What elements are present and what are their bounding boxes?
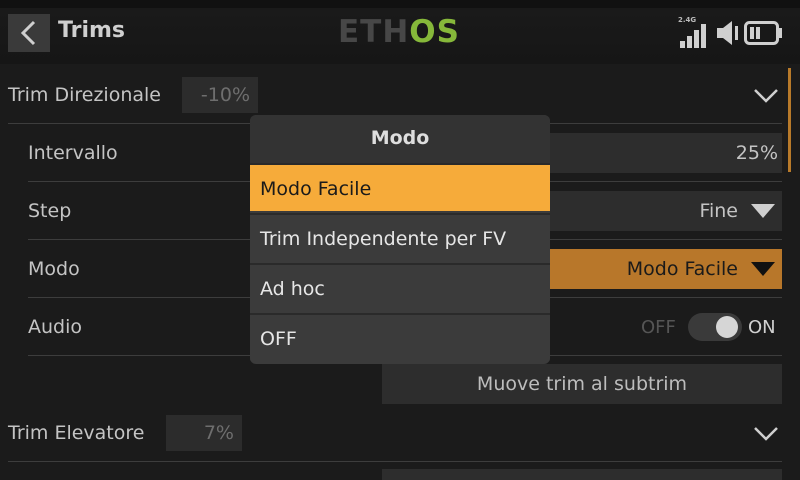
step-value: Fine bbox=[699, 200, 738, 222]
intervallo-value: 25% bbox=[735, 142, 778, 164]
modo-popup: Modo Modo Facile Trim Independente per F… bbox=[250, 115, 550, 364]
battery-icon bbox=[744, 21, 782, 45]
audio-on-label: ON bbox=[748, 317, 776, 338]
page-title: Trims bbox=[58, 18, 125, 43]
signal-strength-icon bbox=[680, 24, 706, 48]
trim-direzionale-label: Trim Direzionale bbox=[8, 84, 161, 106]
popup-option-trim-independente[interactable]: Trim Independente per FV bbox=[250, 213, 550, 261]
speaker-icon bbox=[717, 21, 738, 45]
chevron-down-icon[interactable] bbox=[753, 426, 779, 442]
scrollbar[interactable] bbox=[788, 68, 791, 172]
dropdown-triangle-icon bbox=[751, 204, 775, 218]
dropdown-triangle-icon bbox=[751, 262, 775, 276]
intervallo-label: Intervallo bbox=[28, 142, 118, 164]
step-label: Step bbox=[28, 200, 72, 222]
back-button[interactable] bbox=[8, 14, 50, 52]
ethos-logo: ETHOS bbox=[338, 14, 460, 50]
trims-screen: Trims ETHOS 2.4G Trim Direzionale -10% I… bbox=[0, 0, 800, 480]
popup-option-modo-facile[interactable]: Modo Facile bbox=[250, 163, 550, 211]
modo-label: Modo bbox=[28, 258, 80, 280]
toggle-icon bbox=[716, 316, 738, 338]
audio-toggle[interactable] bbox=[688, 313, 742, 341]
trim-elevatore-label: Trim Elevatore bbox=[8, 422, 145, 444]
audio-label: Audio bbox=[28, 316, 83, 338]
chevron-down-icon[interactable] bbox=[753, 88, 779, 104]
next-row-field bbox=[382, 469, 782, 480]
trim-elevatore-value: 7% bbox=[166, 415, 242, 451]
audio-off-label: OFF bbox=[641, 317, 676, 338]
modo-value: Modo Facile bbox=[626, 258, 738, 280]
move-trim-to-subtrim-button[interactable]: Muove trim al subtrim bbox=[382, 364, 782, 404]
trim-direzionale-value: -10% bbox=[182, 77, 258, 113]
back-arrow-icon bbox=[20, 20, 36, 46]
divider bbox=[8, 461, 782, 462]
header-bar: Trims ETHOS 2.4G bbox=[0, 0, 800, 64]
popup-option-off[interactable]: OFF bbox=[250, 313, 550, 361]
popup-option-ad-hoc[interactable]: Ad hoc bbox=[250, 263, 550, 311]
popup-title: Modo bbox=[250, 115, 550, 163]
